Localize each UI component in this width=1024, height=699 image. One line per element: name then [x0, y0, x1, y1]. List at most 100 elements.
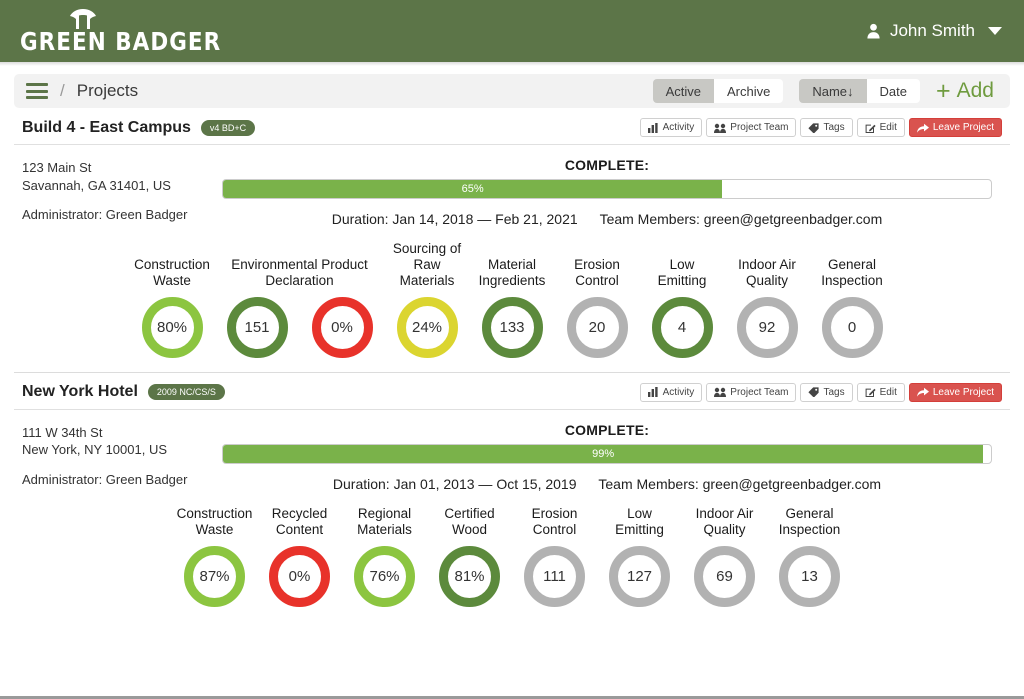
- metric-label: Erosion Control: [555, 257, 640, 289]
- brand-logo-text: GREEN BADGER: [20, 29, 221, 54]
- brand-logo[interactable]: GREEN BADGER: [20, 8, 254, 54]
- metric-ring: 20: [567, 297, 628, 358]
- tag-icon: [808, 387, 819, 397]
- metric-ring-value: 111: [543, 568, 566, 585]
- tags-button[interactable]: Tags: [800, 383, 852, 402]
- project-progress-area: COMPLETE: 99% Duration: Jan 01, 2013 — O…: [222, 422, 1002, 492]
- metric-ring-cell[interactable]: 24%: [385, 297, 470, 358]
- filter-active[interactable]: Active: [653, 79, 714, 103]
- project-body: 123 Main St Savannah, GA 31401, US Admin…: [14, 145, 1010, 227]
- activity-label: Activity: [663, 387, 695, 398]
- leave-project-button[interactable]: Leave Project: [909, 383, 1002, 402]
- metric-ring-cell[interactable]: 0%: [300, 297, 385, 358]
- project-address: 111 W 34th St New York, NY 10001, US Adm…: [22, 422, 222, 492]
- bar-chart-icon: [648, 123, 659, 133]
- metric-label: Regional Materials: [342, 506, 427, 538]
- metric-label: Environmental Product Declaration: [215, 257, 385, 289]
- metric-ring-value: 4: [678, 319, 686, 336]
- metric-ring-value: 69: [716, 568, 733, 585]
- metric-ring: 151: [227, 297, 288, 358]
- metric-ring: 127: [609, 546, 670, 607]
- project-team-button[interactable]: Project Team: [706, 118, 796, 137]
- project-meta: Duration: Jan 01, 2013 — Oct 15, 2019 Te…: [222, 476, 992, 492]
- edit-button[interactable]: Edit: [857, 118, 905, 137]
- metric-ring-cell[interactable]: 87%: [172, 546, 257, 607]
- metric-ring-cell[interactable]: 69: [682, 546, 767, 607]
- add-project-button[interactable]: + Add: [936, 79, 998, 104]
- users-icon: [714, 387, 726, 397]
- metric-label: Construction Waste: [130, 257, 215, 289]
- metric-ring-value: 92: [759, 319, 776, 336]
- progress-bar: 99%: [222, 444, 992, 464]
- metric-label: Recycled Content: [257, 506, 342, 538]
- metric-ring-cell[interactable]: 0: [810, 297, 895, 358]
- breadcrumb: / Projects: [26, 81, 138, 101]
- metric-ring-cell[interactable]: 0%: [257, 546, 342, 607]
- metric-label: Sourcing of Raw Materials: [385, 241, 470, 289]
- project-body: 111 W 34th St New York, NY 10001, US Adm…: [14, 410, 1010, 492]
- metric-label: Indoor Air Quality: [682, 506, 767, 538]
- add-project-label: Add: [957, 79, 994, 103]
- bar-chart-icon: [648, 387, 659, 397]
- sort-date[interactable]: Date: [867, 79, 920, 103]
- top-header-bar: GREEN BADGER John Smith: [0, 0, 1024, 62]
- user-menu[interactable]: John Smith: [866, 21, 1002, 41]
- sort-filter-group: Name↓ Date: [799, 79, 920, 103]
- metric-ring-cell[interactable]: 80%: [130, 297, 215, 358]
- metric-ring-cell[interactable]: 133: [470, 297, 555, 358]
- share-arrow-icon: [917, 123, 929, 133]
- leave-project-label: Leave Project: [933, 387, 994, 398]
- metric-ring: 81%: [439, 546, 500, 607]
- metric-ring: 69: [694, 546, 755, 607]
- metric-ring-cell[interactable]: 4: [640, 297, 725, 358]
- user-icon: [866, 23, 881, 39]
- project-meta: Duration: Jan 14, 2018 — Feb 21, 2021 Te…: [222, 211, 992, 227]
- metric-ring-value: 0%: [331, 319, 353, 336]
- project-team-members: Team Members: green@getgreenbadger.com: [598, 476, 881, 492]
- metric-ring-cell[interactable]: 92: [725, 297, 810, 358]
- metric-ring-cell[interactable]: 76%: [342, 546, 427, 607]
- address-line-1: 123 Main St: [22, 159, 222, 177]
- project-certification-badge: v4 BD+C: [201, 120, 255, 136]
- page-title: Projects: [77, 81, 138, 101]
- breadcrumb-separator: /: [60, 81, 65, 101]
- metric-ring: 111: [524, 546, 585, 607]
- project-administrator: Administrator: Green Badger: [22, 471, 222, 489]
- edit-label: Edit: [880, 387, 897, 398]
- metric-ring-cell[interactable]: 151: [215, 297, 300, 358]
- filter-archive[interactable]: Archive: [714, 79, 783, 103]
- project-card: Build 4 - East Campus v4 BD+C Activity: [0, 108, 1024, 358]
- tags-label: Tags: [823, 122, 844, 133]
- edit-button[interactable]: Edit: [857, 383, 905, 402]
- project-header: Build 4 - East Campus v4 BD+C Activity: [14, 108, 1010, 145]
- users-icon: [714, 123, 726, 133]
- metric-ring-value: 20: [589, 319, 606, 336]
- project-title[interactable]: New York Hotel: [22, 383, 138, 401]
- activity-button[interactable]: Activity: [640, 118, 703, 137]
- tags-button[interactable]: Tags: [800, 118, 852, 137]
- metric-ring-cell[interactable]: 13: [767, 546, 852, 607]
- metric-ring: 4: [652, 297, 713, 358]
- project-team-button[interactable]: Project Team: [706, 383, 796, 402]
- project-title[interactable]: Build 4 - East Campus: [22, 119, 191, 137]
- metric-ring: 80%: [142, 297, 203, 358]
- sort-name[interactable]: Name↓: [799, 79, 866, 103]
- metric-ring-cell[interactable]: 81%: [427, 546, 512, 607]
- metric-ring: 87%: [184, 546, 245, 607]
- metric-ring-cell[interactable]: 20: [555, 297, 640, 358]
- hamburger-icon[interactable]: [26, 83, 48, 99]
- chevron-down-icon[interactable]: [988, 27, 1002, 35]
- progress-bar: 65%: [222, 179, 992, 199]
- metric-label: General Inspection: [810, 257, 895, 289]
- leave-project-button[interactable]: Leave Project: [909, 118, 1002, 137]
- activity-button[interactable]: Activity: [640, 383, 703, 402]
- address-line-2: New York, NY 10001, US: [22, 441, 222, 459]
- project-actions: Activity Project Team Tags: [640, 383, 1002, 402]
- project-header: New York Hotel 2009 NC/CS/S Activity: [14, 373, 1010, 410]
- metric-ring-cell[interactable]: 127: [597, 546, 682, 607]
- metric-label: Indoor Air Quality: [725, 257, 810, 289]
- project-team-label: Project Team: [730, 122, 788, 133]
- metric-label: Low Emitting: [640, 257, 725, 289]
- metric-ring-cell[interactable]: 111: [512, 546, 597, 607]
- metric-label: Material Ingredients: [470, 257, 555, 289]
